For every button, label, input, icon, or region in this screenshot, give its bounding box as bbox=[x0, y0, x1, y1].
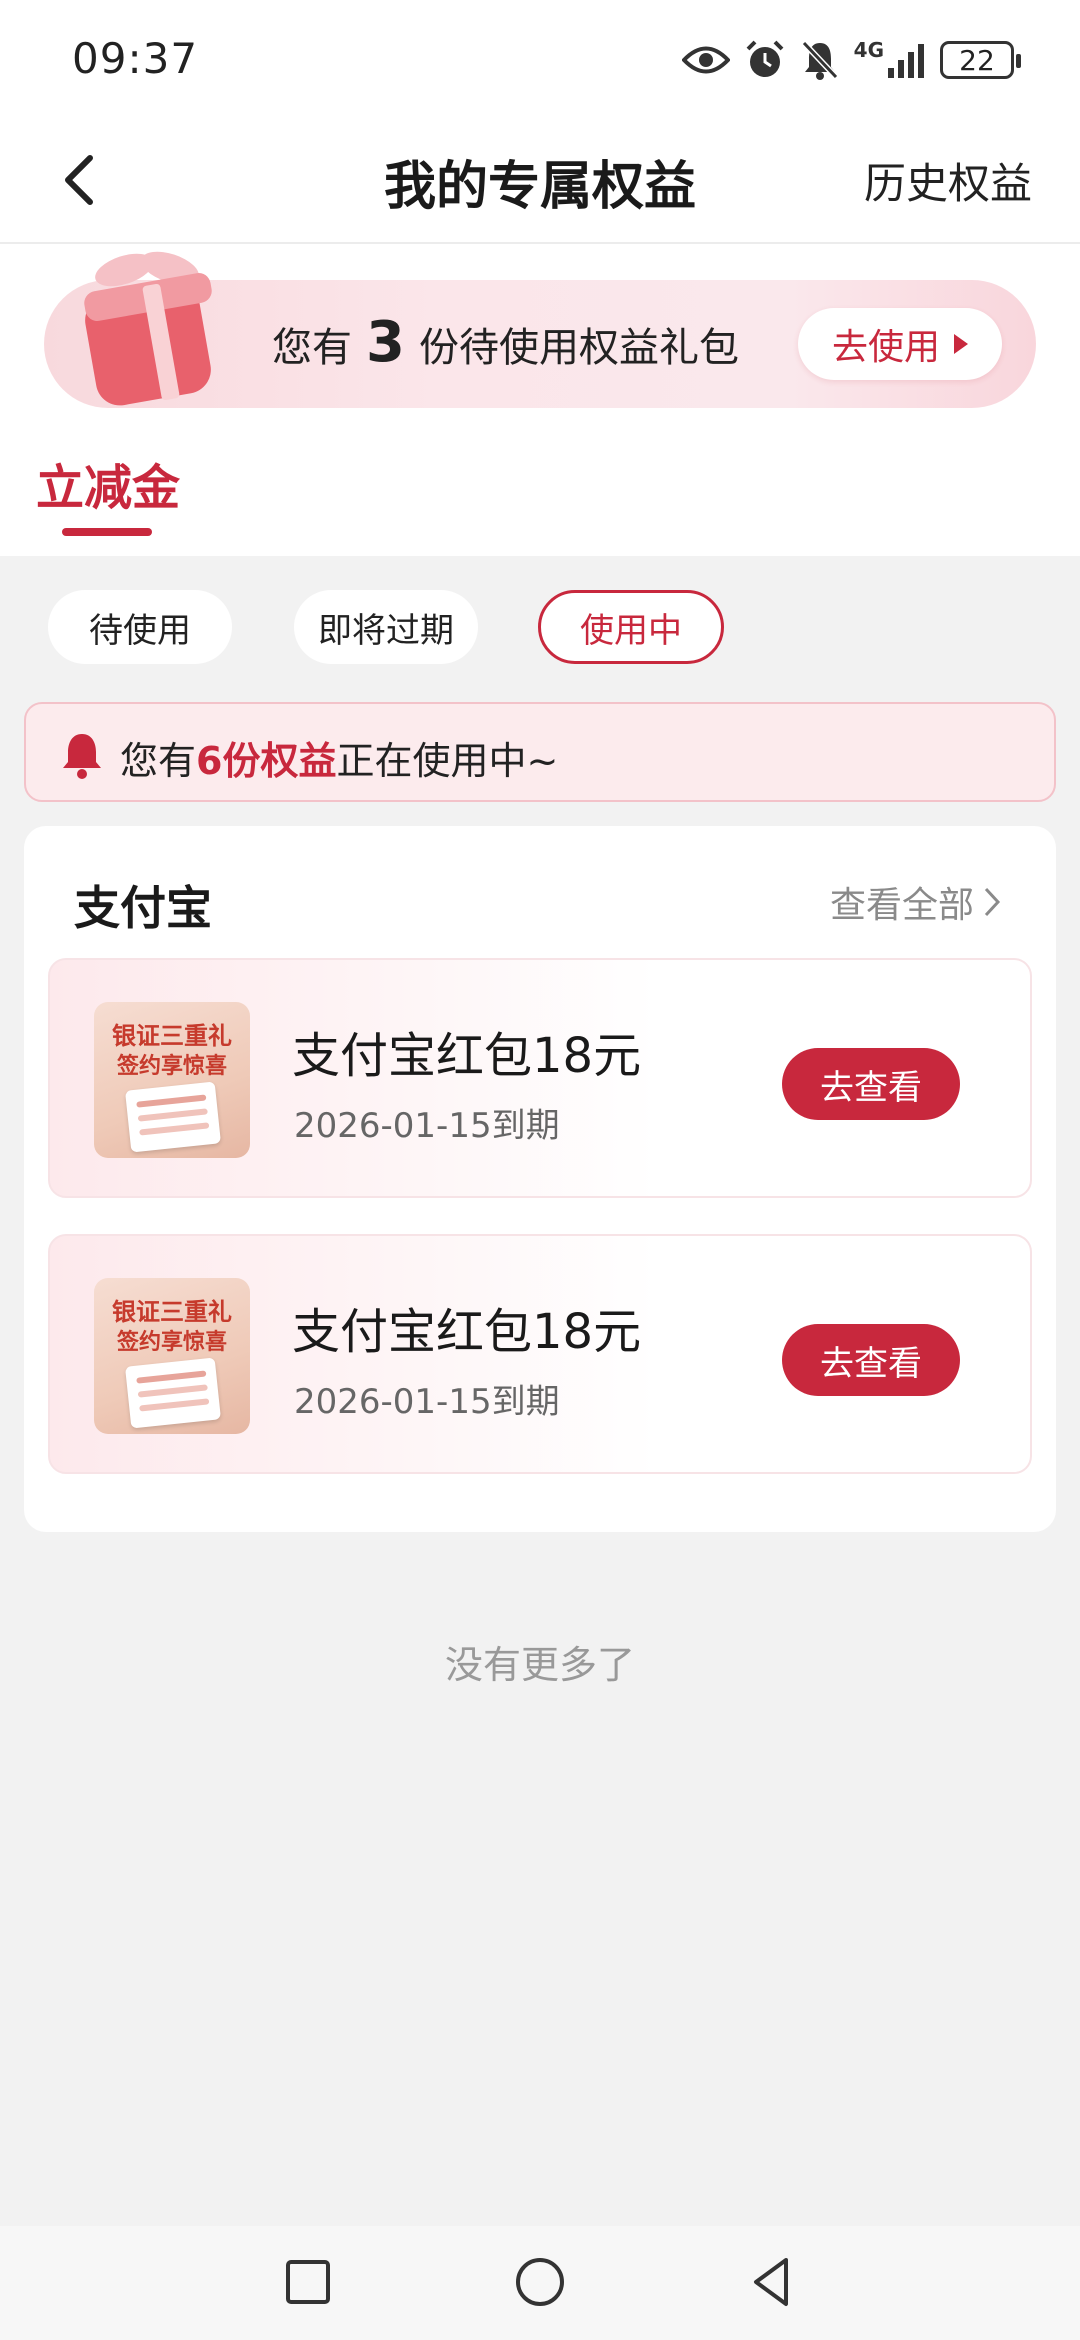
alipay-section-card: 支付宝 查看全部 银证三重礼 签约享惊喜 支付宝红包18元 2026-01-15… bbox=[24, 826, 1056, 1532]
banner-prefix: 您有 bbox=[272, 325, 352, 371]
promo-thumbnail: 银证三重礼 签约享惊喜 bbox=[94, 1002, 250, 1158]
notice-suffix: 正在使用中~ bbox=[336, 739, 559, 783]
status-bar: 09:37 4G 22 bbox=[0, 0, 1080, 118]
banner-text: 您有 3 份待使用权益礼包 bbox=[272, 310, 739, 375]
section-title: 支付宝 bbox=[74, 881, 212, 935]
nav-bar: 我的专属权益 历史权益 bbox=[0, 118, 1080, 244]
notice-highlight: 6份权益 bbox=[196, 739, 337, 783]
thumbnail-line1: 银证三重礼 bbox=[112, 1021, 232, 1050]
thumbnail-line2: 签约享惊喜 bbox=[116, 1329, 227, 1355]
banner-suffix: 份待使用权益礼包 bbox=[418, 325, 739, 371]
filter-expiring[interactable]: 即将过期 bbox=[294, 590, 478, 664]
view-item-button[interactable]: 去查看 bbox=[782, 1324, 960, 1396]
thumbnail-line1: 银证三重礼 bbox=[112, 1297, 232, 1326]
bell-mute-icon bbox=[801, 40, 838, 80]
no-more-text: 没有更多了 bbox=[444, 1643, 635, 1687]
alarm-icon bbox=[746, 40, 784, 77]
play-arrow-icon bbox=[954, 334, 968, 354]
thumbnail-line2: 签约享惊喜 bbox=[116, 1053, 227, 1079]
go-use-label: 去使用 bbox=[831, 327, 940, 368]
view-all-label: 查看全部 bbox=[829, 885, 974, 926]
gift-box-icon bbox=[84, 251, 212, 406]
status-icons: 4G 22 bbox=[681, 36, 1021, 84]
promo-thumbnail: 银证三重礼 签约享惊喜 bbox=[94, 1278, 250, 1434]
view-item-button[interactable]: 去查看 bbox=[782, 1048, 960, 1120]
item-expiry: 2026-01-15到期 bbox=[294, 1106, 560, 1146]
eye-icon bbox=[681, 46, 730, 74]
tab-instant-discount[interactable]: 立减金 bbox=[36, 448, 180, 518]
thumbnail-document bbox=[125, 1357, 221, 1429]
network-label: 4G bbox=[853, 38, 884, 62]
benefit-item: 银证三重礼 签约享惊喜 支付宝红包18元 2026-01-15到期 去查看 bbox=[48, 1234, 1032, 1474]
system-nav-bar bbox=[0, 2226, 1080, 2340]
back-triangle-icon[interactable] bbox=[742, 2252, 802, 2312]
filter-pending[interactable]: 待使用 bbox=[48, 590, 232, 664]
home-icon[interactable] bbox=[510, 2252, 570, 2312]
item-name: 支付宝红包18元 bbox=[292, 1028, 642, 1084]
item-name: 支付宝红包18元 bbox=[292, 1304, 642, 1360]
chevron-right-icon bbox=[984, 887, 1001, 917]
notice-prefix: 您有 bbox=[120, 739, 197, 783]
battery-icon: 22 bbox=[940, 41, 1021, 79]
banner-count: 3 bbox=[366, 310, 405, 375]
status-time: 09:37 bbox=[72, 34, 199, 83]
go-use-button[interactable]: 去使用 bbox=[798, 308, 1002, 380]
signal-icon bbox=[888, 44, 924, 78]
battery-level: 22 bbox=[959, 43, 995, 77]
filter-in-use[interactable]: 使用中 bbox=[538, 590, 724, 664]
bell-icon bbox=[63, 734, 101, 779]
tab-indicator bbox=[62, 528, 152, 536]
recent-apps-icon[interactable] bbox=[278, 2252, 338, 2312]
benefit-item: 银证三重礼 签约享惊喜 支付宝红包18元 2026-01-15到期 去查看 bbox=[48, 958, 1032, 1198]
notice-text: 您有6份权益正在使用中~ bbox=[120, 730, 558, 785]
in-use-notice: 您有6份权益正在使用中~ bbox=[24, 702, 1056, 802]
thumbnail-document bbox=[125, 1081, 221, 1153]
view-all-link[interactable]: 查看全部 bbox=[830, 876, 1002, 928]
history-benefits-link[interactable]: 历史权益 bbox=[864, 150, 1032, 211]
item-expiry: 2026-01-15到期 bbox=[294, 1382, 560, 1422]
